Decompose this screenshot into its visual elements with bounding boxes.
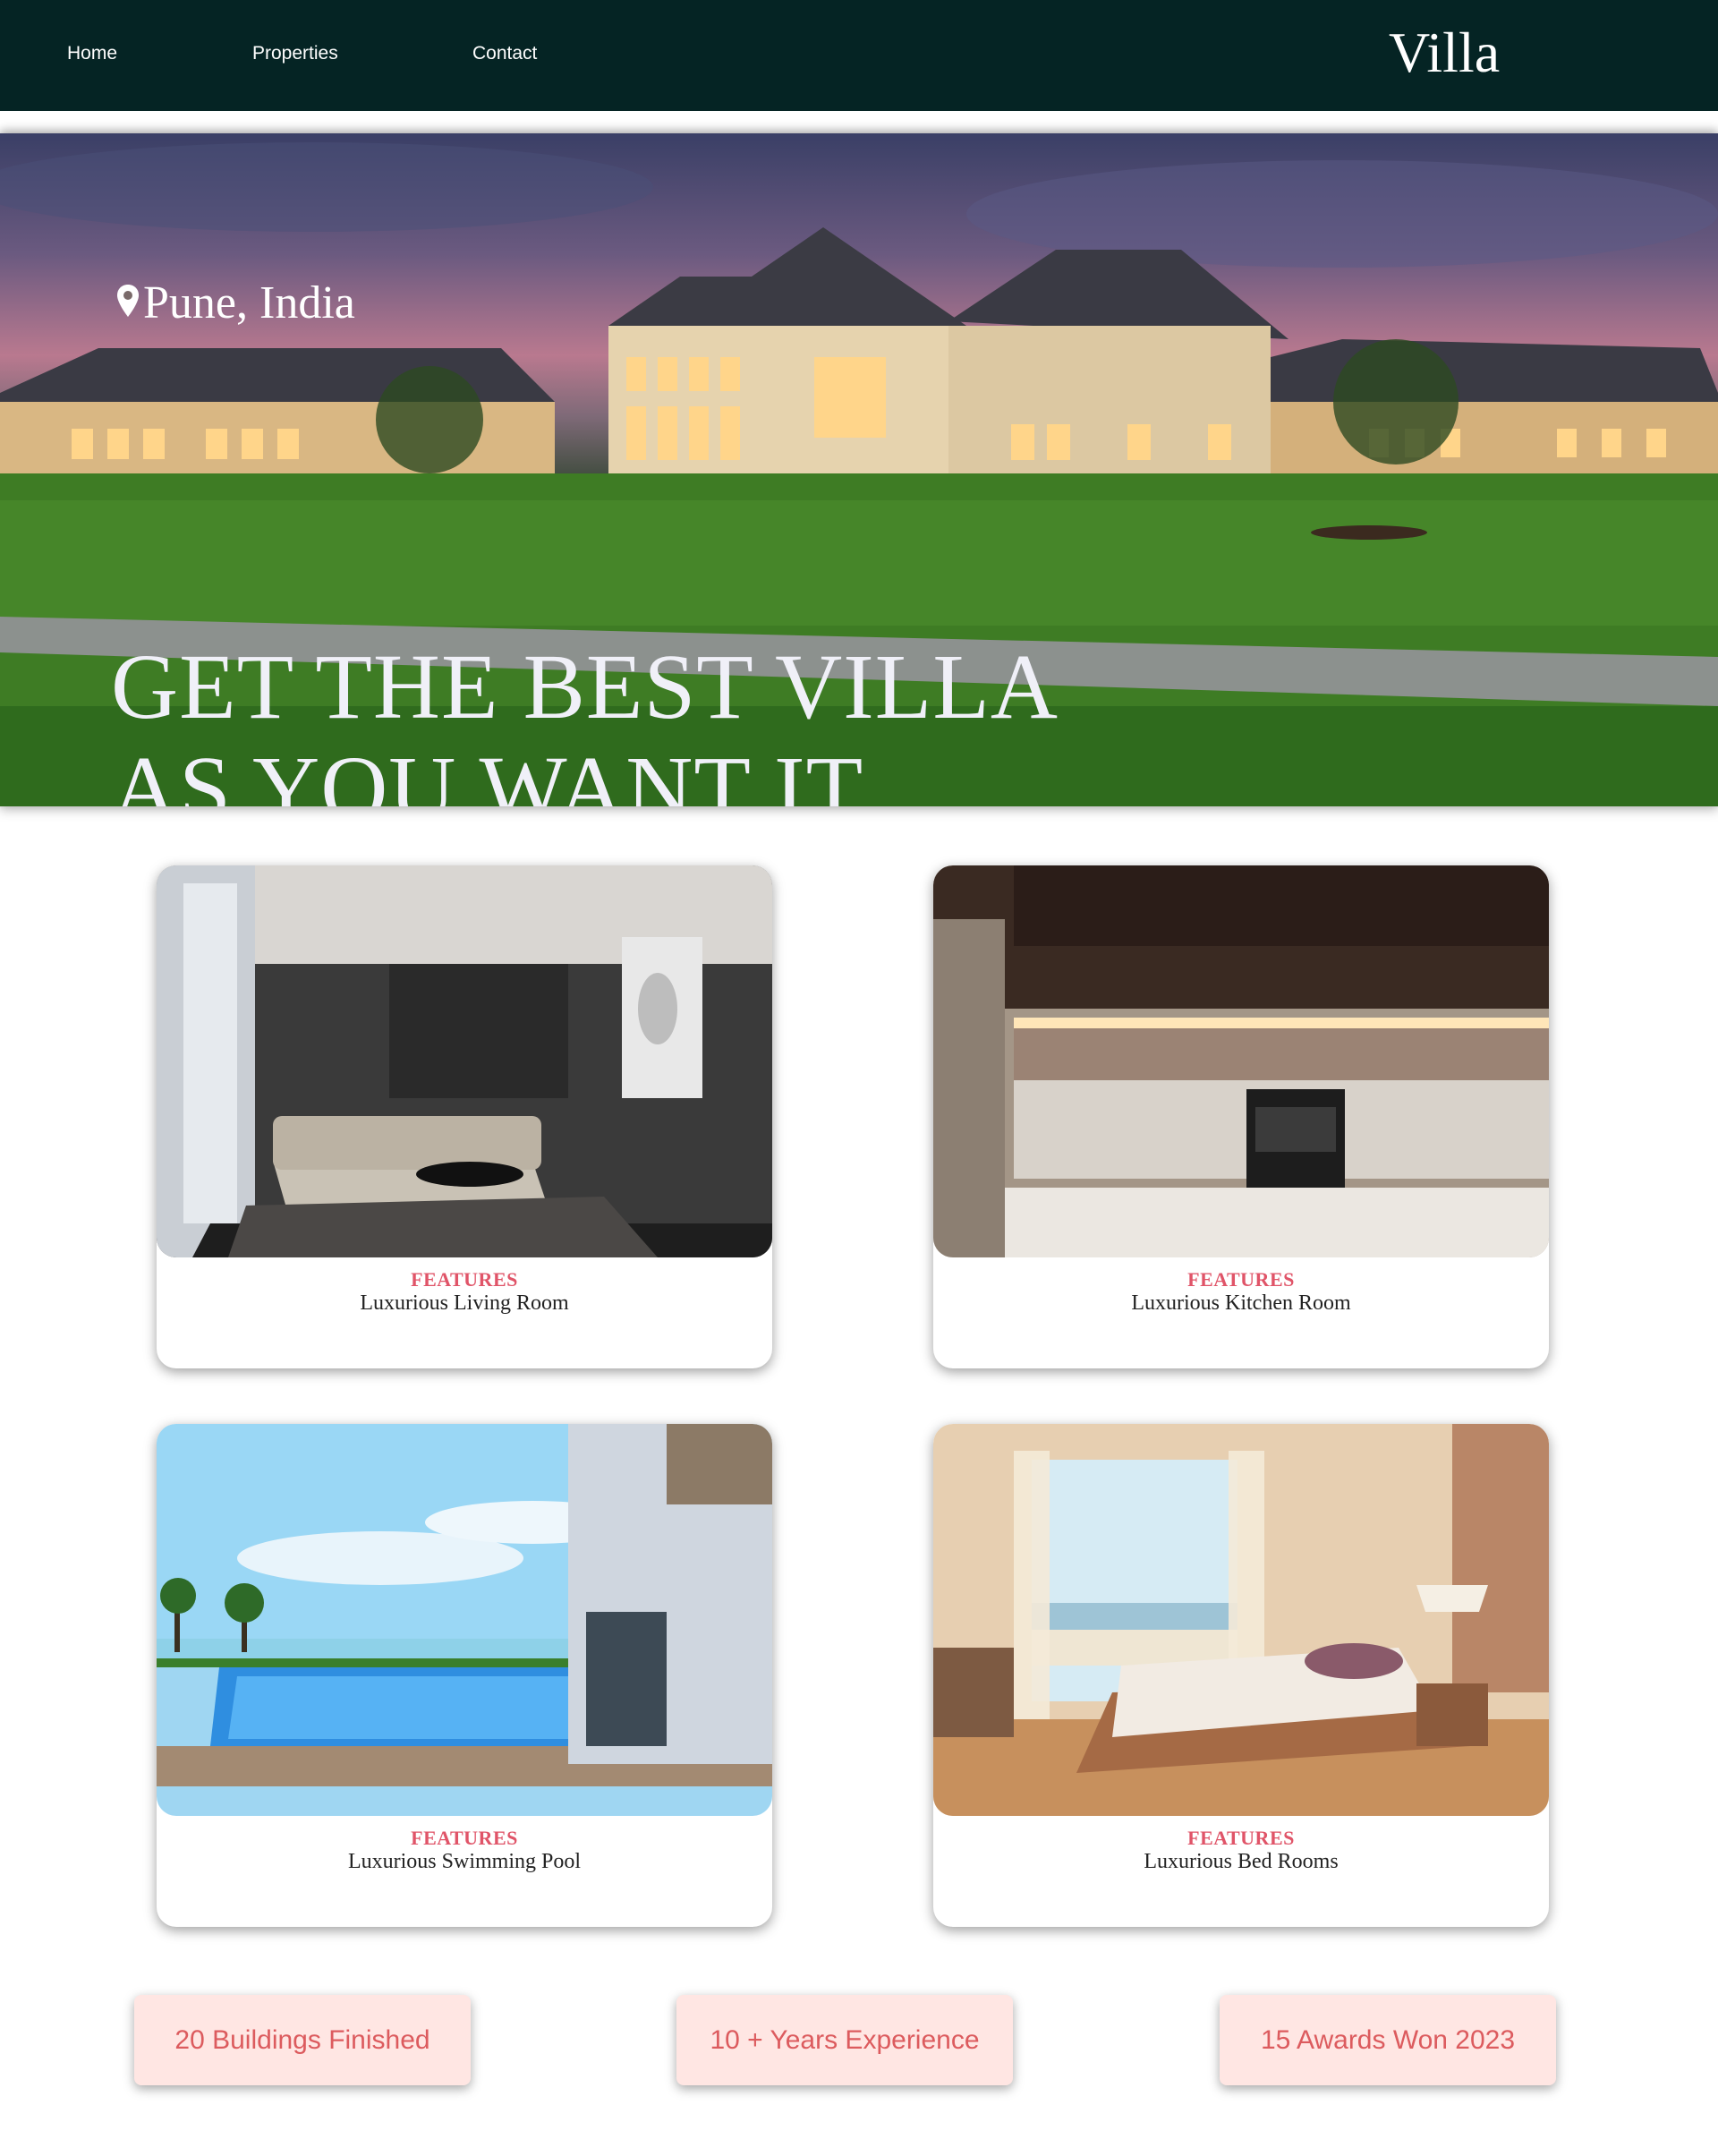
pool-photo [157, 1424, 772, 1816]
card-feature-text: Luxurious Kitchen Room [1131, 1291, 1351, 1315]
stat-years-experience: 10 + Years Experience [676, 1995, 1013, 2085]
card-feature-label: FEATURES [1187, 1827, 1295, 1849]
stat-buildings-finished: 20 Buildings Finished [134, 1995, 471, 2085]
brand-logo[interactable]: Villa [1389, 20, 1500, 86]
hero-headline-line1: GET THE BEST VILLA [111, 635, 1059, 738]
bedroom-photo [933, 1424, 1549, 1816]
card-feature-text: Luxurious Living Room [360, 1291, 569, 1315]
nav-link-contact[interactable]: Contact [472, 43, 537, 64]
card-feature-label: FEATURES [411, 1827, 518, 1849]
top-navbar: Home Properties Contact Villa [0, 0, 1718, 111]
feature-card-kitchen[interactable]: FEATURES Luxurious Kitchen Room [933, 865, 1549, 1368]
living-room-photo [157, 865, 772, 1257]
feature-card-bedroom[interactable]: FEATURES Luxurious Bed Rooms [933, 1424, 1549, 1927]
map-pin-icon [116, 277, 140, 329]
card-feature-text: Luxurious Swimming Pool [347, 1850, 582, 1873]
hero-location: Pune, India [116, 277, 355, 329]
nav-link-properties[interactable]: Properties [252, 43, 338, 64]
hero-headline-line2: AS YOU WANT IT [111, 737, 864, 807]
nav-link-home[interactable]: Home [67, 43, 117, 64]
card-feature-label: FEATURES [411, 1268, 518, 1291]
stat-awards-won: 15 Awards Won 2023 [1220, 1995, 1556, 2085]
card-feature-label: FEATURES [1187, 1268, 1295, 1291]
card-feature-text: Luxurious Bed Rooms [1144, 1850, 1339, 1873]
hero-banner: Pune, India GET THE BEST VILLA AS YOU WA… [0, 133, 1718, 806]
kitchen-photo [933, 865, 1549, 1257]
hero-location-text: Pune, India [143, 277, 355, 328]
feature-card-living-room[interactable]: FEATURES Luxurious Living Room [157, 865, 772, 1368]
feature-card-pool[interactable]: FEATURES Luxurious Swimming Pool [157, 1424, 772, 1927]
hero-headline: GET THE BEST VILLA AS YOU WANT IT [111, 635, 1059, 807]
